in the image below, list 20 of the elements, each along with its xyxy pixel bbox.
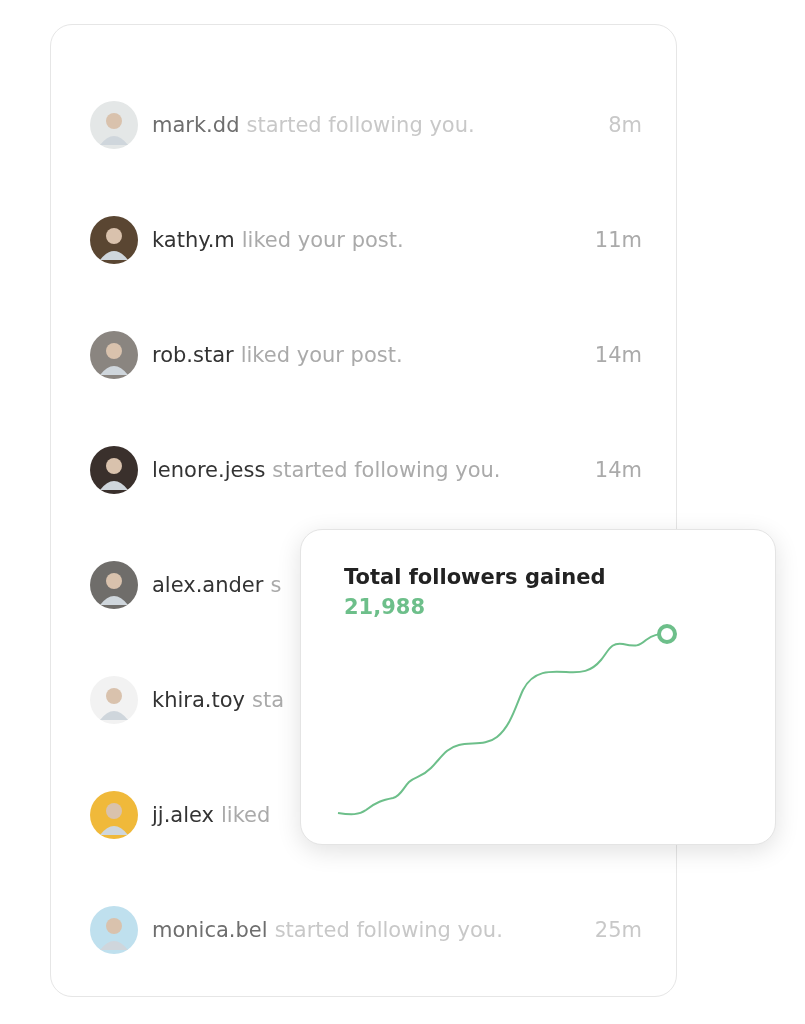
username: khira.toy <box>152 688 245 712</box>
username: rob.star <box>152 343 234 367</box>
activity-text: liked your post. <box>240 343 403 367</box>
activity-text: liked <box>221 803 271 827</box>
username: kathy.m <box>152 228 235 252</box>
username: monica.bel <box>152 918 268 942</box>
username: mark.dd <box>152 113 240 137</box>
endpoint-marker <box>657 624 677 644</box>
activity-text: sta <box>252 688 285 712</box>
time-ago: 11m <box>594 228 642 252</box>
activity-text: liked your post. <box>241 228 404 252</box>
activity-text: started following you. <box>272 458 501 482</box>
follower-count: 21,988 <box>344 595 426 619</box>
username: alex.ander <box>152 573 264 597</box>
username: lenore.jess <box>152 458 266 482</box>
username: jj.alex <box>152 803 215 827</box>
activity-text: s <box>270 573 282 597</box>
time-ago: 14m <box>594 343 642 367</box>
card-title: Total followers gained <box>344 565 606 589</box>
time-ago: 14m <box>594 458 642 482</box>
